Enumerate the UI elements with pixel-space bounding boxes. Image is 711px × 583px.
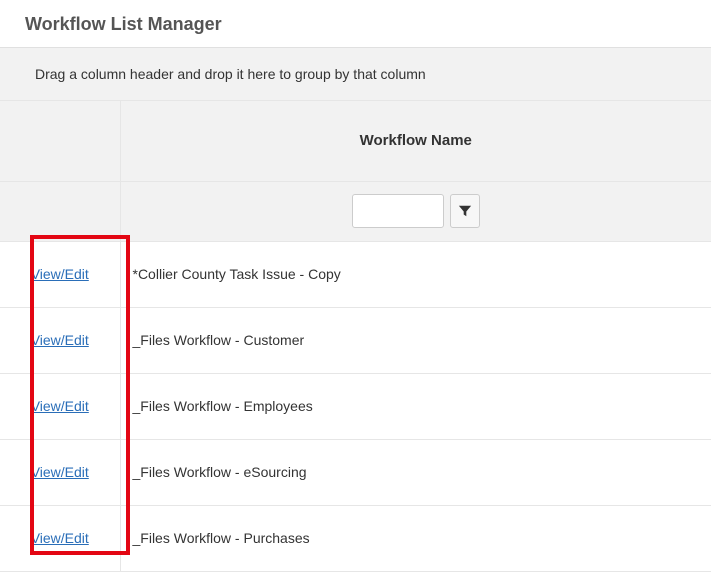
table-row: View/Edit _Files Workflow - Purchases: [0, 505, 711, 571]
view-edit-link[interactable]: View/Edit: [31, 266, 89, 282]
workflow-name-cell: *Collier County Task Issue - Copy: [120, 241, 711, 307]
table-row: View/Edit *Collier County Task Issue - C…: [0, 241, 711, 307]
table-row: View/Edit _Files Workflow - Customer: [0, 307, 711, 373]
table-row: View/Edit _Files Workflow - eSourcing: [0, 439, 711, 505]
filter-button[interactable]: [450, 194, 480, 228]
column-header-name[interactable]: Workflow Name: [120, 101, 711, 181]
view-edit-link[interactable]: View/Edit: [31, 332, 89, 348]
workflow-grid: Drag a column header and drop it here to…: [0, 48, 711, 572]
filter-cell-action: [0, 181, 120, 241]
filter-icon: [458, 204, 472, 218]
workflow-name-cell: _Files Workflow - Employees: [120, 373, 711, 439]
page-header: Workflow List Manager: [0, 0, 711, 48]
table-row: View/Edit _Files Workflow - Employees: [0, 373, 711, 439]
view-edit-link[interactable]: View/Edit: [31, 530, 89, 546]
workflow-name-cell: _Files Workflow - Customer: [120, 307, 711, 373]
group-by-panel[interactable]: Drag a column header and drop it here to…: [0, 48, 711, 101]
workflow-table: Workflow Name: [0, 101, 711, 572]
workflow-name-cell: _Files Workflow - Purchases: [120, 505, 711, 571]
table-header-row: Workflow Name: [0, 101, 711, 181]
name-filter-input[interactable]: [352, 194, 444, 228]
page-title: Workflow List Manager: [25, 14, 691, 35]
filter-cell-name: [120, 181, 711, 241]
column-header-action[interactable]: [0, 101, 120, 181]
workflow-name-cell: _Files Workflow - eSourcing: [120, 439, 711, 505]
view-edit-link[interactable]: View/Edit: [31, 398, 89, 414]
table-filter-row: [0, 181, 711, 241]
view-edit-link[interactable]: View/Edit: [31, 464, 89, 480]
